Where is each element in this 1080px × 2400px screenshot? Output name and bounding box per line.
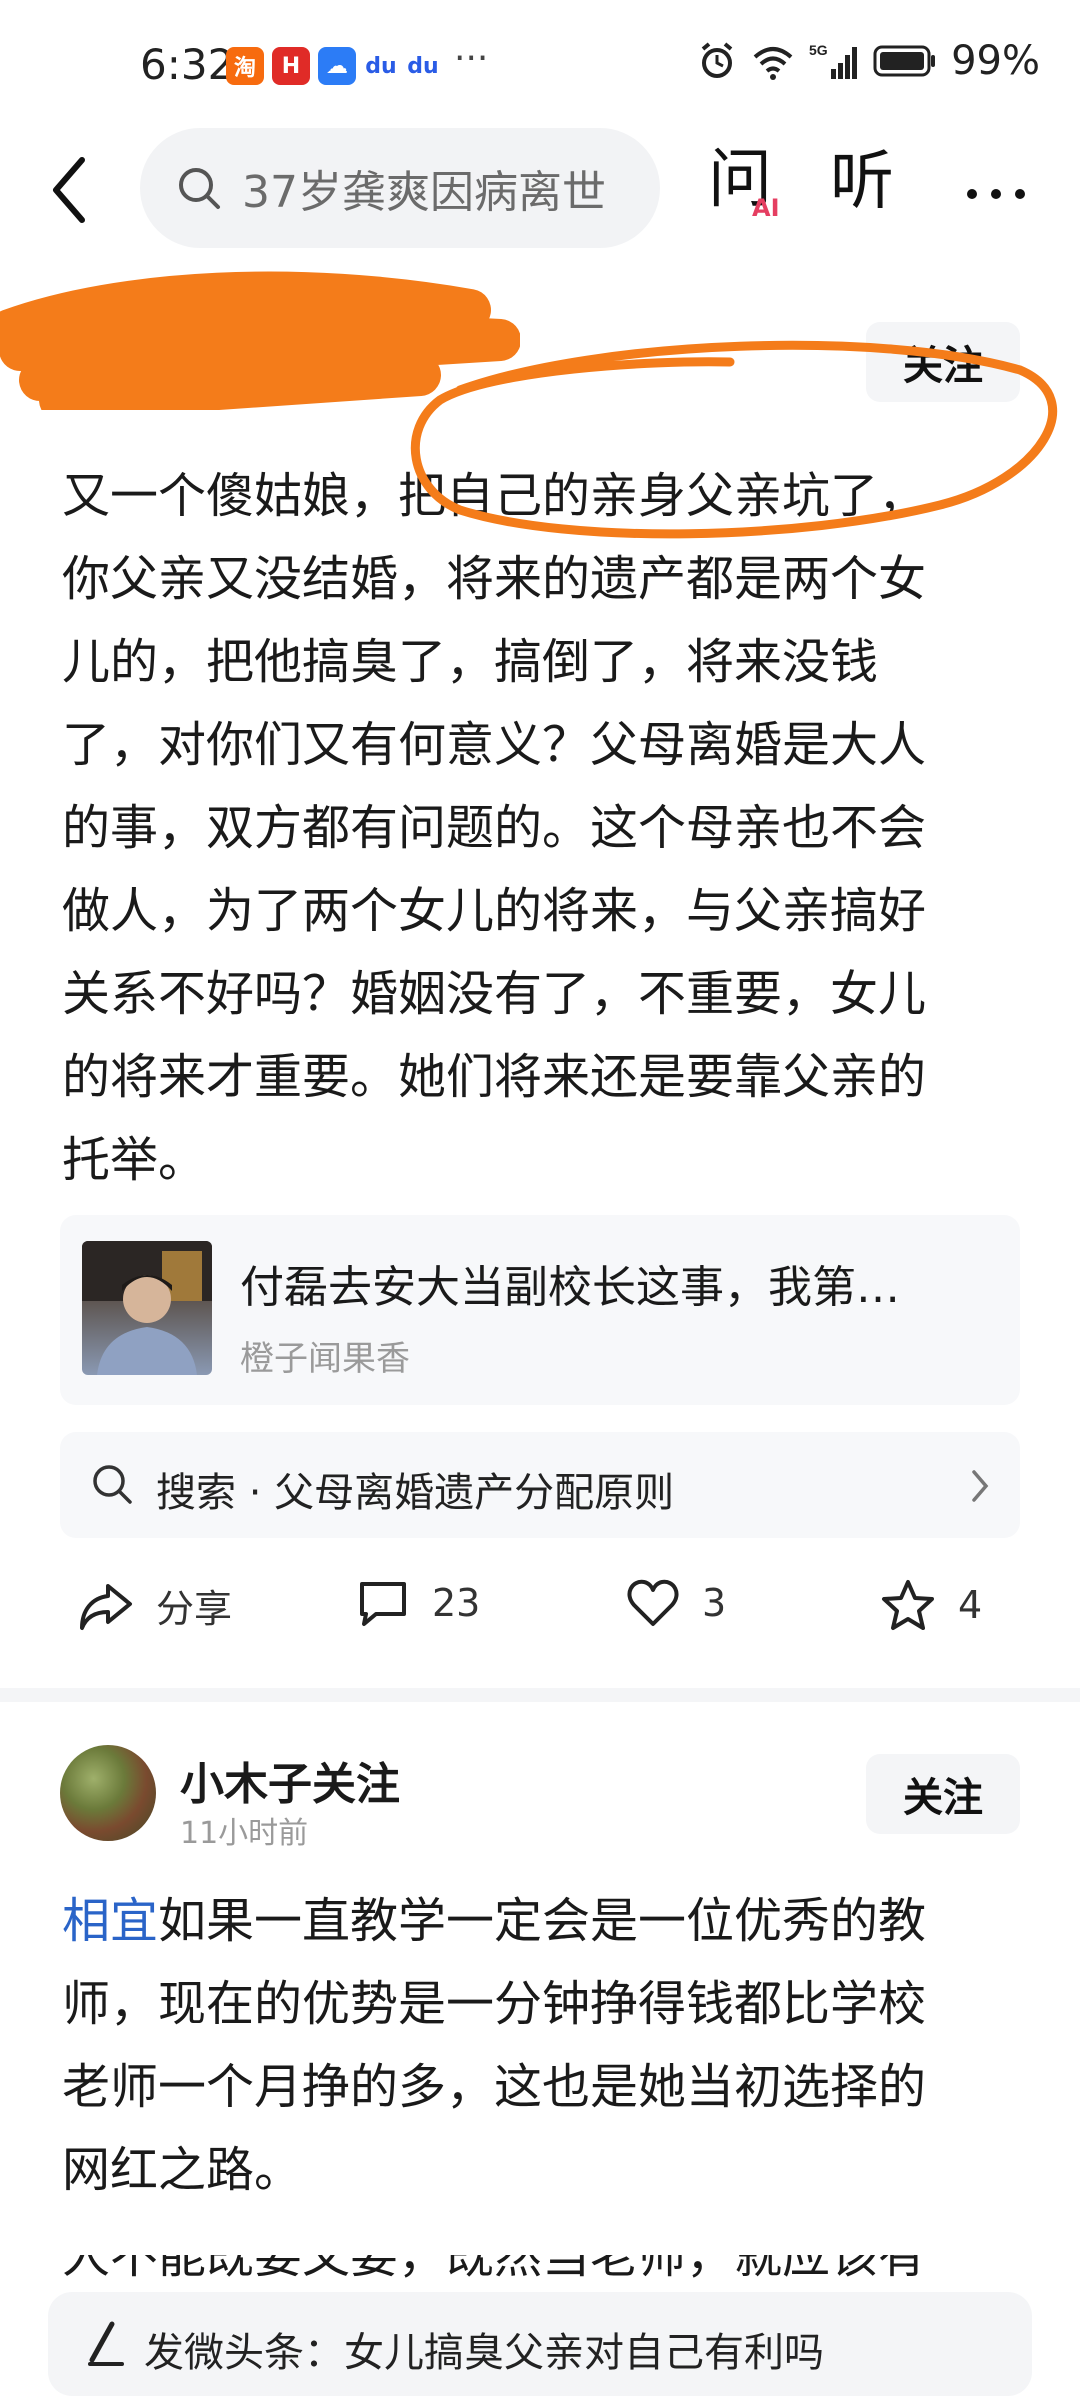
ask-ai-button[interactable]: 问 AI: [708, 148, 788, 238]
share-label: 分享: [156, 1587, 233, 1631]
post-line-rest: 如果一直教学一定会是一位优秀的教: [158, 1893, 927, 1949]
post-body[interactable]: 相宜如果一直教学一定会是一位优秀的教 师，现在的优势是一分钟挣得钱都比学校 老师…: [62, 1880, 992, 2212]
favorite-button[interactable]: 4: [880, 1578, 982, 1632]
like-button[interactable]: 3: [626, 1578, 726, 1628]
article-thumbnail: [82, 1241, 212, 1375]
svg-text:5G: 5G: [809, 42, 828, 58]
battery-percent: 99%: [951, 38, 1040, 84]
share-icon: [80, 1583, 132, 1630]
chevron-right-icon: [972, 1470, 989, 1502]
article-author: 橙子闻果香: [240, 1339, 410, 1379]
like-count: 3: [702, 1581, 727, 1625]
author-name[interactable]: 小木子关注: [180, 1748, 400, 1812]
status-time: 6:32: [140, 40, 235, 89]
post-line-partial: 人不能既要又要，既然当老师，就应该有: [62, 2255, 1022, 2285]
post-line: 做人，为了两个女儿的将来，与父亲搞好: [62, 883, 927, 939]
favorite-count: 4: [958, 1583, 983, 1627]
article-title: 付磊去安大当副校长这事，我第…: [240, 1262, 900, 1313]
compose-prompt: 发微头条：女儿搞臭父亲对自己有利吗: [144, 2330, 824, 2376]
battery-icon: [873, 45, 936, 77]
related-article-card[interactable]: 付磊去安大当副校长这事，我第… 橙子闻果香: [60, 1215, 1020, 1405]
baidu-icon: du: [362, 47, 400, 85]
star-icon: [882, 1580, 934, 1630]
share-button[interactable]: 分享: [78, 1578, 232, 1633]
search-query: 37岁龚爽因病离世: [242, 167, 606, 218]
more-options-button[interactable]: [960, 184, 1032, 203]
post-time: 11小时前: [180, 1816, 309, 1851]
search-icon: [179, 168, 220, 209]
post-divider: [0, 1688, 1080, 1702]
signal-5g-icon: 5G: [809, 42, 858, 79]
ai-badge: AI: [752, 194, 780, 222]
listen-button[interactable]: 听: [830, 150, 894, 214]
avatar[interactable]: [60, 1745, 156, 1841]
heart-icon: [627, 1579, 679, 1626]
person-thumbnail-icon: [82, 1241, 212, 1375]
status-right: 5G 99%: [697, 38, 1040, 84]
post-line: 托举。: [62, 1132, 207, 1188]
dot-icon: [1015, 189, 1025, 199]
back-button[interactable]: [40, 150, 110, 230]
more-notifications-icon: ···: [454, 38, 489, 79]
dot-icon: [967, 189, 977, 199]
baidu-icon: du: [404, 47, 442, 85]
suggestion-text: 搜索 · 父母离婚遗产分配原则: [156, 1470, 675, 1516]
huawei-icon: H: [272, 47, 310, 85]
search-suggestion[interactable]: 搜索 · 父母离婚遗产分配原则: [60, 1432, 1020, 1538]
post-line: 的将来才重要。她们将来还是要靠父亲的: [62, 1049, 927, 1105]
post-line-partial-text: 人不能既要又要，既然当老师，就应该有: [62, 2255, 927, 2284]
comment-count: 23: [432, 1581, 481, 1625]
back-arrow-icon: [53, 157, 85, 223]
post-line: 老师一个月挣的多，这也是她当初选择的: [62, 2059, 927, 2115]
post-line: 的事，双方都有问题的。这个母亲也不会: [62, 800, 927, 856]
annotation-circle: [410, 340, 1057, 539]
search-bar[interactable]: 37岁龚爽因病离世: [140, 128, 660, 248]
comment-button[interactable]: 23: [356, 1578, 480, 1628]
wifi-icon: [753, 47, 793, 80]
alarm-icon: [701, 42, 733, 78]
post-line: 师，现在的优势是一分钟挣得钱都比学校: [62, 1976, 927, 2032]
compose-bar[interactable]: 发微头条：女儿搞臭父亲对自己有利吗: [48, 2292, 1032, 2396]
comment-icon: [360, 1582, 406, 1626]
topic-link[interactable]: 相宜: [62, 1893, 158, 1949]
post-line: 儿的，把他搞臭了，搞倒了，将来没钱: [62, 634, 879, 690]
post-line: 相宜如果一直教学一定会是一位优秀的教: [62, 1880, 992, 1963]
search-icon: [93, 1465, 132, 1504]
dot-icon: [991, 189, 1001, 199]
pen-icon: [88, 2321, 124, 2366]
cloud-icon: ☁: [318, 47, 356, 85]
follow-button[interactable]: 关注: [866, 1754, 1020, 1834]
taobao-icon: 淘: [226, 47, 264, 85]
post-line: 了，对你们又有何意义？父母离婚是大人: [62, 717, 927, 773]
post-line: 关系不好吗？婚姻没有了，不重要，女儿: [62, 966, 927, 1022]
post-line: 网红之路。: [62, 2142, 303, 2198]
